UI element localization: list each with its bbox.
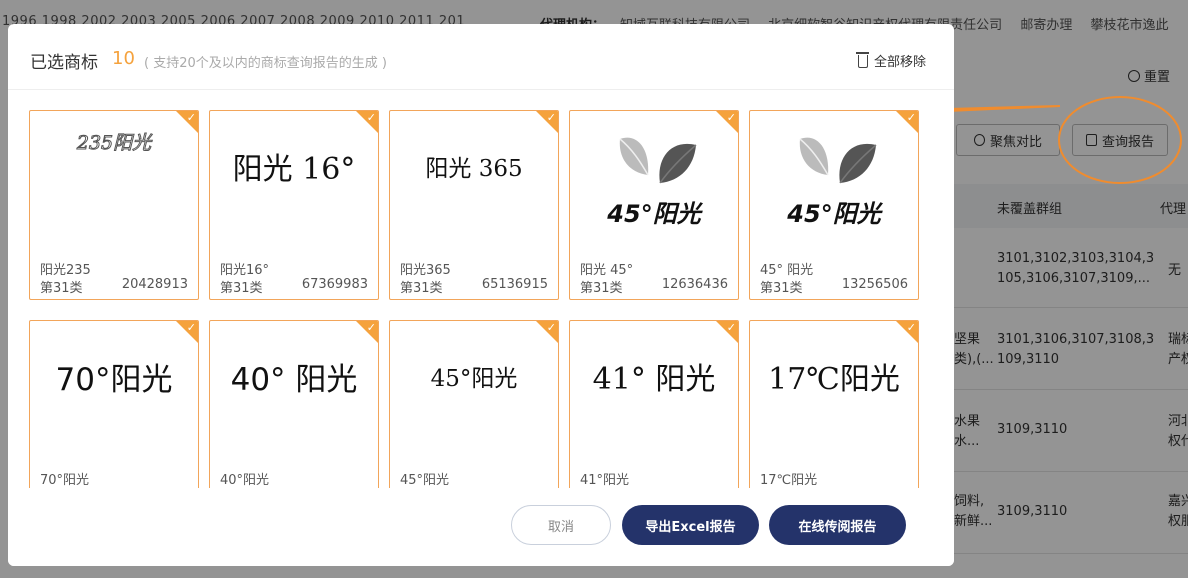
dialog-title: 已选商标 xyxy=(30,53,98,73)
trademark-card[interactable]: 41° 阳光 41°阳光 ✓ xyxy=(569,320,739,488)
checkmark-icon: ✓ xyxy=(546,321,556,334)
trademark-logo: 17℃阳光 xyxy=(768,362,900,397)
checkmark-icon: ✓ xyxy=(186,111,196,124)
trademark-logo: 41° 阳光 xyxy=(592,362,716,397)
trademark-card[interactable]: 70°阳光 70°阳光 ✓ xyxy=(29,320,199,488)
trademark-logo: 40° 阳光 xyxy=(230,361,358,398)
trademark-name: 45°阳光 xyxy=(400,473,450,488)
trademark-name: 阳光 45° xyxy=(580,263,634,278)
trademark-card[interactable]: 阳光 365 阳光365 第31类 65136915 ✓ xyxy=(389,110,559,300)
checkmark-icon: ✓ xyxy=(546,111,556,124)
registration-number: 67369983 xyxy=(301,277,368,292)
export-excel-button[interactable]: 导出Excel报告 xyxy=(622,505,759,545)
trademark-card[interactable]: 阳光 16° 阳光16° 第31类 67369983 ✓ xyxy=(209,110,379,300)
trademark-card[interactable]: 235阳光阳光235 第31类 20428913 ✓ xyxy=(29,110,199,300)
trademark-card[interactable]: 17℃阳光 17℃阳光 ✓ xyxy=(749,320,919,488)
online-report-button[interactable]: 在线传阅报告 xyxy=(769,505,906,545)
registration-number: 65136915 xyxy=(481,277,548,292)
registration-number: 12636436 xyxy=(661,277,728,292)
trademark-logo: 235阳光 xyxy=(76,131,152,154)
registration-number: 13256506 xyxy=(841,277,908,292)
registration-number: 20428913 xyxy=(121,277,188,292)
trademark-logo: 阳光 365 xyxy=(425,156,523,182)
highlight-circle xyxy=(1058,96,1182,184)
trademark-name: 45° 阳光 xyxy=(760,263,814,278)
trademark-logo: 阳光 16° xyxy=(232,152,356,187)
dialog-hint: ( 支持20个及以内的商标查询报告的生成 ) xyxy=(144,56,387,71)
dialog-footer: 取消 导出Excel报告 在线传阅报告 xyxy=(8,488,954,566)
remove-all-label: 全部移除 xyxy=(874,55,927,70)
trash-icon xyxy=(856,52,869,68)
trademark-logo: 45°阳光 xyxy=(607,200,701,228)
checkmark-icon: ✓ xyxy=(186,321,196,334)
checkmark-icon: ✓ xyxy=(906,111,916,124)
trademark-name: 40°阳光 xyxy=(220,473,270,488)
trademark-name: 17℃阳光 xyxy=(760,473,818,488)
trademark-card[interactable]: 45°阳光 45° 阳光 第31类 13256506 ✓ xyxy=(749,110,919,300)
trademark-logo: 70°阳光 xyxy=(55,361,173,398)
trademark-grid: 235阳光阳光235 第31类 20428913 ✓ 阳光 16° 阳光16° 第31类 67… xyxy=(8,91,954,488)
checkmark-icon: ✓ xyxy=(726,321,736,334)
checkmark-icon: ✓ xyxy=(906,321,916,334)
checkmark-icon: ✓ xyxy=(366,111,376,124)
trademark-card[interactable]: 40° 阳光 40°阳光 ✓ xyxy=(209,320,379,488)
trademark-name: 41°阳光 xyxy=(580,473,630,488)
trademark-class: 第31类 xyxy=(40,281,83,296)
trademark-name: 阳光16° xyxy=(220,263,270,278)
trademark-card[interactable]: 45°阳光 45°阳光 ✓ xyxy=(389,320,559,488)
trademark-name: 阳光235 xyxy=(40,263,91,278)
trademark-class: 第31类 xyxy=(400,281,443,296)
selected-count: 10 xyxy=(112,48,135,69)
checkmark-icon: ✓ xyxy=(366,321,376,334)
trademark-class: 第31类 xyxy=(580,281,623,296)
dialog-header: 已选商标 10 ( 支持20个及以内的商标查询报告的生成 ) 全部移除 xyxy=(8,24,954,90)
trademark-card[interactable]: 45°阳光阳光 45° 第31类 12636436 ✓ xyxy=(569,110,739,300)
trademark-class: 第31类 xyxy=(220,281,263,296)
remove-all-button[interactable]: 全部移除 xyxy=(856,51,927,70)
trademark-name: 70°阳光 xyxy=(40,473,90,488)
selected-trademarks-dialog: 已选商标 10 ( 支持20个及以内的商标查询报告的生成 ) 全部移除 235阳… xyxy=(8,24,954,566)
trademark-class: 第31类 xyxy=(760,281,803,296)
trademark-name: 阳光365 xyxy=(400,263,451,278)
trademark-logo: 45°阳光 xyxy=(430,366,518,392)
checkmark-icon: ✓ xyxy=(726,111,736,124)
cancel-button[interactable]: 取消 xyxy=(511,505,611,545)
trademark-logo: 45°阳光 xyxy=(787,200,881,228)
